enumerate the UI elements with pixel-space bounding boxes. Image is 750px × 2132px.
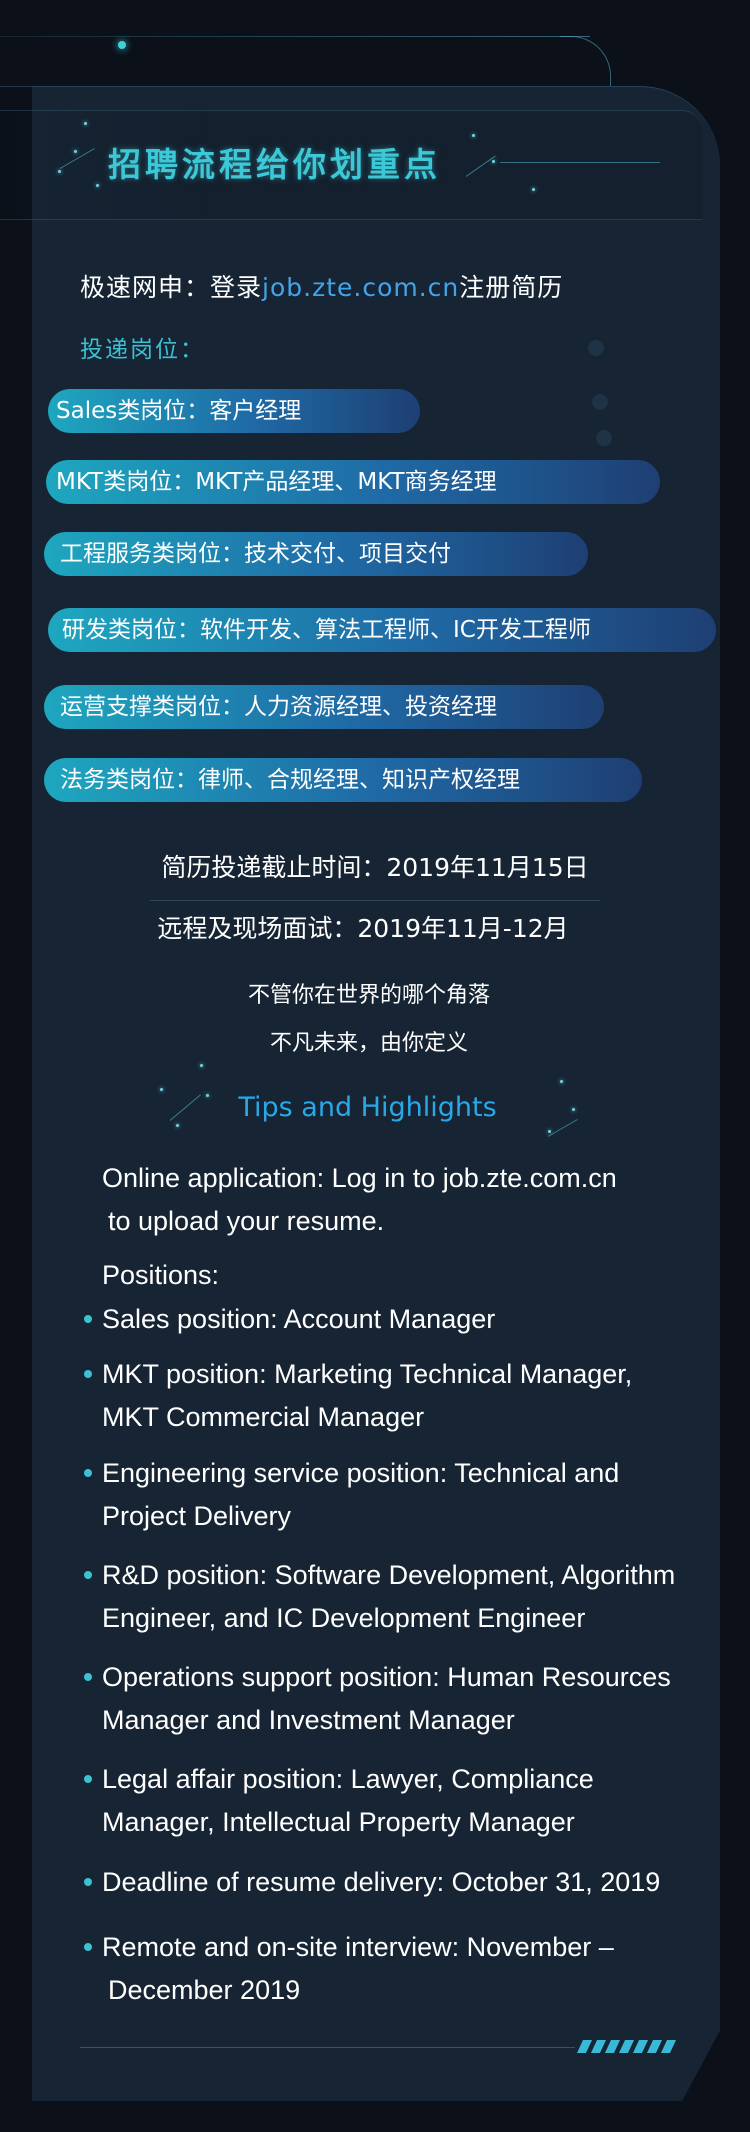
apply-url-link[interactable]: job.zte.com.cn	[262, 273, 459, 302]
bullet-operations-line-1: Operations support position: Human Resou…	[102, 1662, 671, 1692]
bullet-icon	[84, 1370, 92, 1378]
apply-prefix: 极速网申：登录	[80, 273, 263, 302]
sparkle-icon	[492, 160, 495, 163]
position-pill-legal: 法务类岗位：律师、合规经理、知识产权经理	[44, 758, 642, 802]
bullet-mkt-line-2: MKT Commercial Manager	[102, 1402, 425, 1432]
positions-heading-en: Positions:	[102, 1260, 220, 1290]
bullet-rd-line-1: R&D position: Software Development, Algo…	[102, 1560, 676, 1590]
title-decor-line	[500, 162, 660, 163]
bullet-icon	[84, 1943, 92, 1951]
positions-heading-cn: 投递岗位：	[80, 337, 205, 363]
slogan-line-2: 不凡未来，由你定义	[269, 1031, 468, 1056]
sparkle-icon	[532, 188, 535, 191]
bullet-operations-line-2: Manager and Investment Manager	[102, 1705, 515, 1735]
bullet-icon	[84, 1673, 92, 1681]
bullet-icon	[84, 1775, 92, 1783]
position-pill-rd: 研发类岗位：软件开发、算法工程师、IC开发工程师	[48, 608, 716, 652]
bullet-engineering-line-1: Engineering service position: Technical …	[102, 1458, 620, 1488]
bullet-rd-line-2: Engineer, and IC Development Engineer	[102, 1603, 586, 1633]
interview-cn: 远程及现场面试：2019年11月-12月	[157, 914, 569, 943]
bullet-engineering-line-2: Project Delivery	[102, 1501, 292, 1531]
bullet-icon	[84, 1469, 92, 1477]
bullet-sales-line-1: Sales position: Account Manager	[102, 1304, 496, 1334]
bottom-decor-line	[80, 2047, 575, 2048]
sparkle-icon	[200, 1064, 203, 1067]
slogan-line-1: 不管你在世界的哪个角落	[247, 983, 490, 1008]
sparkle-icon	[472, 134, 475, 137]
bullet-icon	[84, 1571, 92, 1579]
position-pill-engineering: 工程服务类岗位：技术交付、项目交付	[44, 532, 588, 576]
apply-suffix: 注册简历	[459, 273, 564, 302]
bullet-legal-line-1: Legal affair position: Lawyer, Complianc…	[102, 1764, 594, 1794]
dates-divider	[150, 900, 600, 901]
side-decor-dot	[588, 340, 604, 356]
position-pill-sales: Sales类岗位：客户经理	[48, 389, 420, 433]
apply-line-1-en: Online application: Log in to job.zte.co…	[102, 1163, 617, 1193]
top-decor-line	[0, 36, 590, 37]
bullet-mkt-line-1: MKT position: Marketing Technical Manage…	[102, 1359, 633, 1389]
bullet-legal-line-2: Manager, Intellectual Property Manager	[102, 1807, 575, 1837]
deadline-cn: 简历投递截止时间：2019年11月15日	[161, 853, 589, 882]
apply-line-2-en: to upload your resume.	[108, 1206, 385, 1236]
tips-title: Tips and Highlights	[238, 1092, 497, 1123]
bullet-interview-line-1: Remote and on-site interview: November –	[102, 1932, 614, 1962]
bullet-interview-line-2: December 2019	[108, 1975, 301, 2005]
sparkle-icon	[84, 122, 87, 125]
position-pill-mkt: MKT类岗位：MKT产品经理、MKT商务经理	[46, 460, 660, 504]
side-decor-dot	[592, 394, 608, 410]
sparkle-icon	[548, 1130, 551, 1133]
apply-instruction-cn: 极速网申：登录job.zte.com.cn注册简历	[80, 268, 563, 308]
side-decor-dot	[596, 430, 612, 446]
position-pill-operations: 运营支撑类岗位：人力资源经理、投资经理	[44, 685, 604, 729]
page-title: 招聘流程给你划重点	[108, 145, 441, 184]
sparkle-icon	[74, 150, 77, 153]
bullet-icon	[84, 1878, 92, 1886]
top-decor-dot	[118, 41, 126, 49]
bullet-icon	[84, 1315, 92, 1323]
sparkle-icon	[58, 170, 61, 173]
sparkle-icon	[560, 1080, 563, 1083]
bullet-deadline-line-1: Deadline of resume delivery: October 31,…	[102, 1867, 661, 1897]
sparkle-icon	[96, 184, 99, 187]
